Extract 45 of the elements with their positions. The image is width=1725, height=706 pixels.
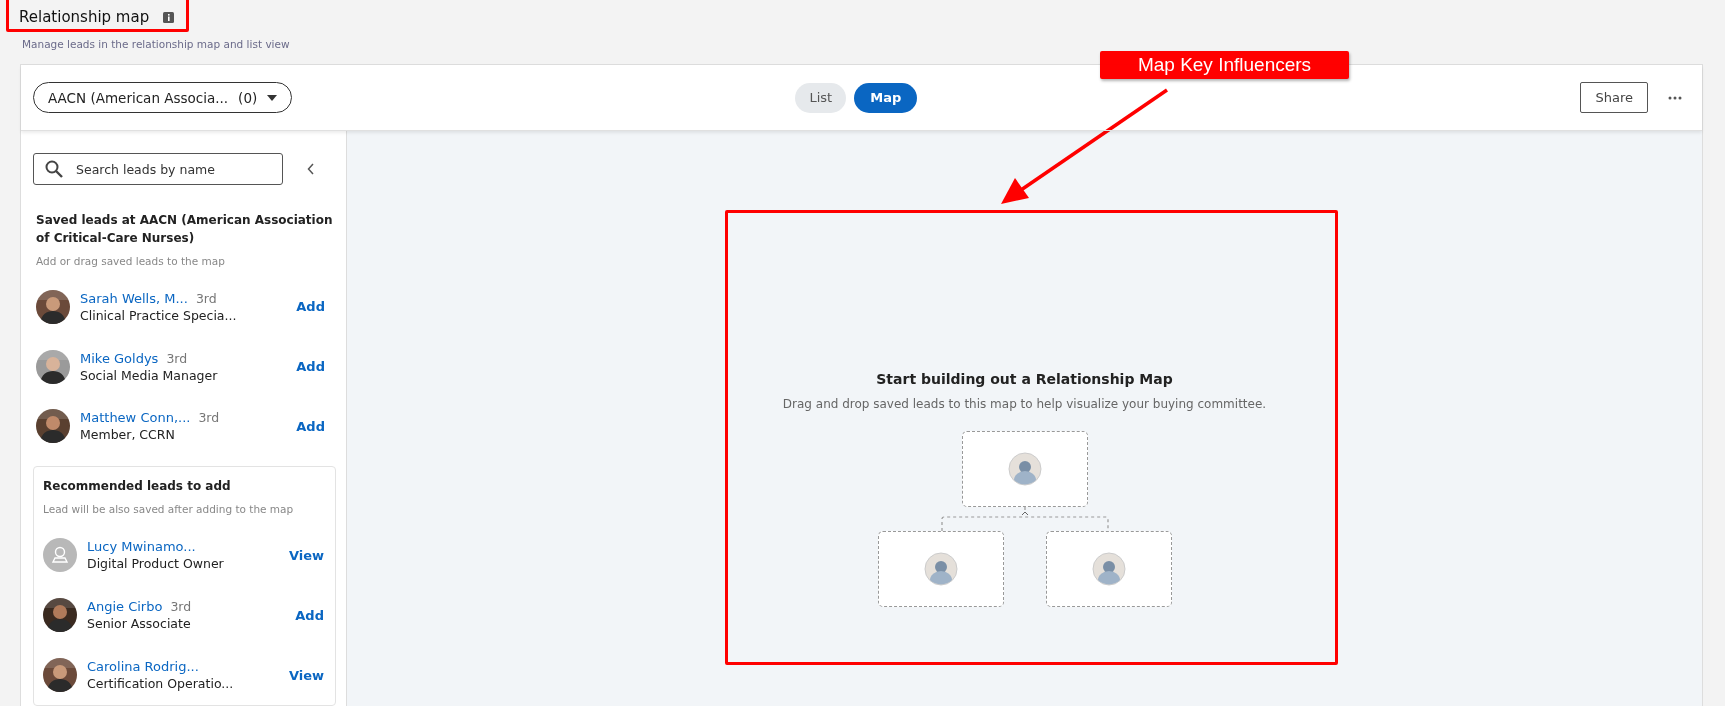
view-tab[interactable]: Map bbox=[854, 82, 918, 113]
lead-name[interactable]: Mike Goldys bbox=[80, 350, 159, 366]
more-icon[interactable] bbox=[1668, 95, 1682, 100]
collapse-chevron-icon[interactable] bbox=[307, 163, 314, 175]
lead-title: Social Media Manager bbox=[80, 367, 219, 383]
page-title: Relationship map bbox=[19, 8, 150, 26]
lead-title: Clinical Practice Specia... bbox=[80, 307, 238, 323]
view-tab[interactable]: List bbox=[795, 82, 847, 113]
account-dropdown[interactable]: AACN (American Associa... (0) bbox=[33, 82, 293, 113]
lead-name[interactable]: Carolina Rodrig... bbox=[87, 659, 199, 674]
empty-state-text: Drag and drop saved leads to this map to help visualize your buying committee. bbox=[782, 397, 1267, 411]
connection-degree: 3rd bbox=[195, 290, 217, 306]
share-button[interactable]: Share bbox=[1580, 82, 1648, 113]
connection-degree: 3rd bbox=[166, 350, 188, 366]
lead-title: Certification Operatio... bbox=[87, 676, 235, 691]
saved-leads-hint: Add or drag saved leads to the map bbox=[36, 255, 226, 267]
connection-degree: 3rd bbox=[198, 410, 220, 426]
recommended-hint: Lead will be also saved after adding to the map bbox=[43, 503, 295, 515]
annotation-callout: Map Key Influencers bbox=[1100, 51, 1349, 79]
lead-action-button[interactable]: Add bbox=[288, 359, 333, 374]
lead-action-button[interactable]: Add bbox=[288, 299, 333, 315]
page-subtitle: Manage leads in the relationship map and list view bbox=[22, 38, 291, 50]
lead-title: Digital Product Owner bbox=[87, 556, 225, 571]
lead-name[interactable]: Angie Cirbo bbox=[87, 599, 163, 614]
lead-action-button[interactable]: View bbox=[280, 667, 332, 683]
lead-name[interactable]: Sarah Wells, M... bbox=[80, 290, 188, 306]
lead-action-button[interactable]: Add bbox=[287, 607, 332, 623]
info-icon bbox=[163, 11, 175, 23]
search-field[interactable]: Search leads by name bbox=[33, 153, 283, 185]
avatar-placeholder-icon bbox=[43, 538, 77, 572]
search-icon bbox=[45, 160, 63, 178]
lead-action-button[interactable]: View bbox=[280, 547, 332, 563]
empty-state-title: Start building out a Relationship Map bbox=[876, 371, 1173, 387]
caret-icon bbox=[267, 94, 278, 101]
connection-degree: 3rd bbox=[170, 599, 192, 614]
lead-title: Senior Associate bbox=[87, 616, 192, 631]
saved-leads-heading: Saved leads at AACN (American Association of Critical-Care Nurses) bbox=[35, 212, 334, 247]
lead-title: Member, CCRN bbox=[80, 427, 176, 443]
person-icon bbox=[1091, 552, 1126, 586]
lead-name[interactable]: Matthew Conn,... bbox=[80, 410, 191, 426]
recommended-heading: Recommended leads to add bbox=[42, 478, 232, 495]
person-icon bbox=[1007, 452, 1042, 486]
person-icon bbox=[923, 552, 958, 586]
lead-action-button[interactable]: Add bbox=[288, 418, 333, 434]
lead-name[interactable]: Lucy Mwinamo... bbox=[87, 539, 196, 554]
